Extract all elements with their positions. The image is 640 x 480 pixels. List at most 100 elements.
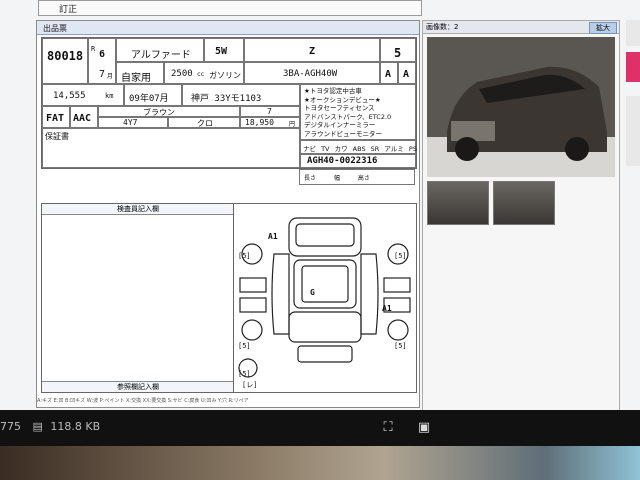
- mark-a1-front: A1: [268, 232, 278, 241]
- mark-spare: [5]: [238, 370, 251, 378]
- recycle-value: 18,950: [245, 118, 274, 127]
- mark-spare-note: [レ]: [242, 381, 258, 389]
- edge-panel-top: [626, 20, 640, 46]
- equip-nav: ナビ: [303, 145, 316, 153]
- fuel-value: ガソリン: [209, 71, 241, 80]
- interior-grade-cell: A: [398, 62, 416, 84]
- fit-screen-icon[interactable]: ⛶: [380, 420, 396, 436]
- dimension-partial: 775: [0, 420, 21, 433]
- interior-grade: A: [403, 69, 410, 80]
- thumbnail-1[interactable]: [427, 181, 489, 225]
- shift-cell: FAT: [42, 106, 70, 128]
- mark-wheel-rr: [5]: [394, 342, 407, 350]
- wheel-rl: [241, 319, 263, 341]
- right-side-outline: [360, 253, 379, 335]
- length-label: 長さ: [304, 175, 317, 182]
- cc-fuel-cell: 2500 cc ガソリン: [164, 62, 244, 84]
- inspection-cell: 09年07月: [124, 84, 182, 106]
- sales-points-box: ★トヨタ認定中古車 ★オークションデビュー★ トヨタセーフティセンス アドバンス…: [300, 84, 416, 140]
- dims-labels: 長さ 幅 高さ: [304, 173, 370, 182]
- doors-cell: 5W: [204, 38, 244, 62]
- mark-g-windshield: G: [310, 288, 315, 297]
- sheet-footnote: A:キズ E:凹 B:凹キズ W:波 P:ペイント X:交換 XX:要交換 S:…: [37, 398, 249, 404]
- interior-color-cell: クロ: [168, 117, 240, 128]
- chassis-cell: AGH40-0022316: [300, 154, 416, 168]
- viewer-toolbar: 775 ▤ 118.8 KB ⛶ ▣: [0, 410, 640, 446]
- equip-sr: SR: [370, 145, 380, 153]
- year-value: 6: [99, 49, 106, 60]
- sheet-info-grid: 80018 R 6 7 月 アルファード 5W Z 5 自家用 2500 cc …: [41, 37, 432, 169]
- lot-number: 80018: [47, 49, 84, 63]
- mileage-value: 14,555: [53, 91, 86, 101]
- edge-pink-tab[interactable]: [626, 52, 640, 82]
- color-code: 4Y7: [123, 118, 138, 127]
- aircon-value: AAC: [73, 113, 92, 124]
- text-scan-icon[interactable]: ▣: [416, 420, 432, 436]
- sales-point: トヨタセーフティセンス: [304, 104, 375, 112]
- equipment-list: ナビ TV カワ ABS SR アルミ PS PW: [303, 143, 432, 153]
- grade-value: Z: [309, 46, 316, 57]
- correction-bar[interactable]: 訂正: [38, 0, 422, 16]
- mark-wheel-rl: [5]: [238, 342, 251, 350]
- usage-value: 自家用: [121, 73, 151, 84]
- wheel-rr: [387, 319, 409, 341]
- score-cell: 5: [380, 38, 416, 62]
- equip-alloy: アルミ: [384, 145, 404, 153]
- car-name: アルファード: [131, 50, 191, 61]
- auction-screen: 訂正 出品票 80018 R 6 7 月 アルファード 5W Z 5 自家用 2…: [0, 0, 640, 418]
- rear-bumper-outline: [297, 345, 353, 363]
- left-side-outline: [271, 253, 290, 335]
- cc-value: 2500: [171, 69, 193, 79]
- equip-ps: PS: [408, 145, 417, 153]
- desk-surface: [0, 446, 640, 480]
- sales-points-list: ★トヨタ認定中古車 ★オークションデビュー★ トヨタセーフティセンス アドバンス…: [304, 87, 391, 138]
- color-code-cell: 4Y7: [98, 117, 168, 128]
- plate-value: 神戸 33Yモ1103: [191, 94, 262, 104]
- equip-tv: TV: [321, 145, 330, 153]
- seats-cell: 7: [240, 106, 300, 117]
- exterior-grade: A: [385, 69, 392, 80]
- car-outline-svg: [238, 217, 411, 378]
- seats-value: 7: [267, 107, 272, 116]
- color-cell: ブラウン: [98, 106, 240, 117]
- recycle-cell: 18,950 円: [240, 117, 300, 128]
- aircon-cell: AAC: [70, 106, 98, 128]
- year-cell: R 6 7 月: [88, 38, 116, 84]
- sheet-title: 出品票: [43, 24, 67, 33]
- equip-leather: カワ: [334, 145, 348, 153]
- equipment-row: ナビ TV カワ ABS SR アルミ PS PW: [300, 140, 432, 154]
- shift-value: FAT: [46, 113, 65, 124]
- zoom-button[interactable]: 拡大: [589, 22, 617, 34]
- image-panel: 画像数：2 拡大: [422, 20, 620, 412]
- auction-sheet: 出品票 80018 R 6 7 月 アルファード 5W Z 5 自家用 2500…: [36, 20, 432, 408]
- doors-value: 5W: [215, 46, 228, 57]
- equip-abs: ABS: [352, 145, 366, 153]
- thumbnail-2[interactable]: [493, 181, 555, 225]
- mark-a1-side: A1: [382, 304, 392, 313]
- year-era: R: [91, 45, 96, 53]
- photo-count: 画像数：2: [426, 23, 459, 31]
- edge-panel-mid: [626, 96, 640, 166]
- dims-cell: 長さ 幅 高さ: [299, 169, 415, 185]
- month-unit: 月: [107, 73, 114, 80]
- main-vehicle-photo[interactable]: [427, 37, 615, 177]
- vehicle-photo-svg: [427, 37, 615, 177]
- warranty-label: 保証書: [45, 132, 69, 141]
- model-cell: 3BA-AGH40W: [244, 62, 380, 84]
- warranty-box: 保証書: [42, 128, 300, 168]
- sales-point: アドバンストパーク、ETC2.0: [304, 112, 392, 121]
- sales-point: ★オークションデビュー★: [304, 95, 381, 104]
- mark-wheel-fr: [5]: [394, 252, 407, 260]
- dealer-notes-label: 参照欄記入欄: [42, 381, 234, 392]
- height-label: 高さ: [357, 175, 370, 182]
- sheet-header: [37, 21, 419, 35]
- roof-outline: [293, 259, 357, 309]
- recycle-unit: 円: [289, 121, 296, 128]
- inspector-notes-box: 検査員記入欄 参照欄記入欄: [41, 203, 235, 393]
- score-value: 5: [394, 46, 402, 60]
- sales-point: アラウンドビューモニター: [304, 129, 382, 138]
- mileage-cell: 14,555 km: [42, 84, 124, 106]
- damage-diagram: A1 G A1 [5] [5] [5] [5] [5] [レ]: [233, 203, 417, 393]
- rear-outline: [288, 311, 362, 343]
- grade-cell: Z: [244, 38, 380, 62]
